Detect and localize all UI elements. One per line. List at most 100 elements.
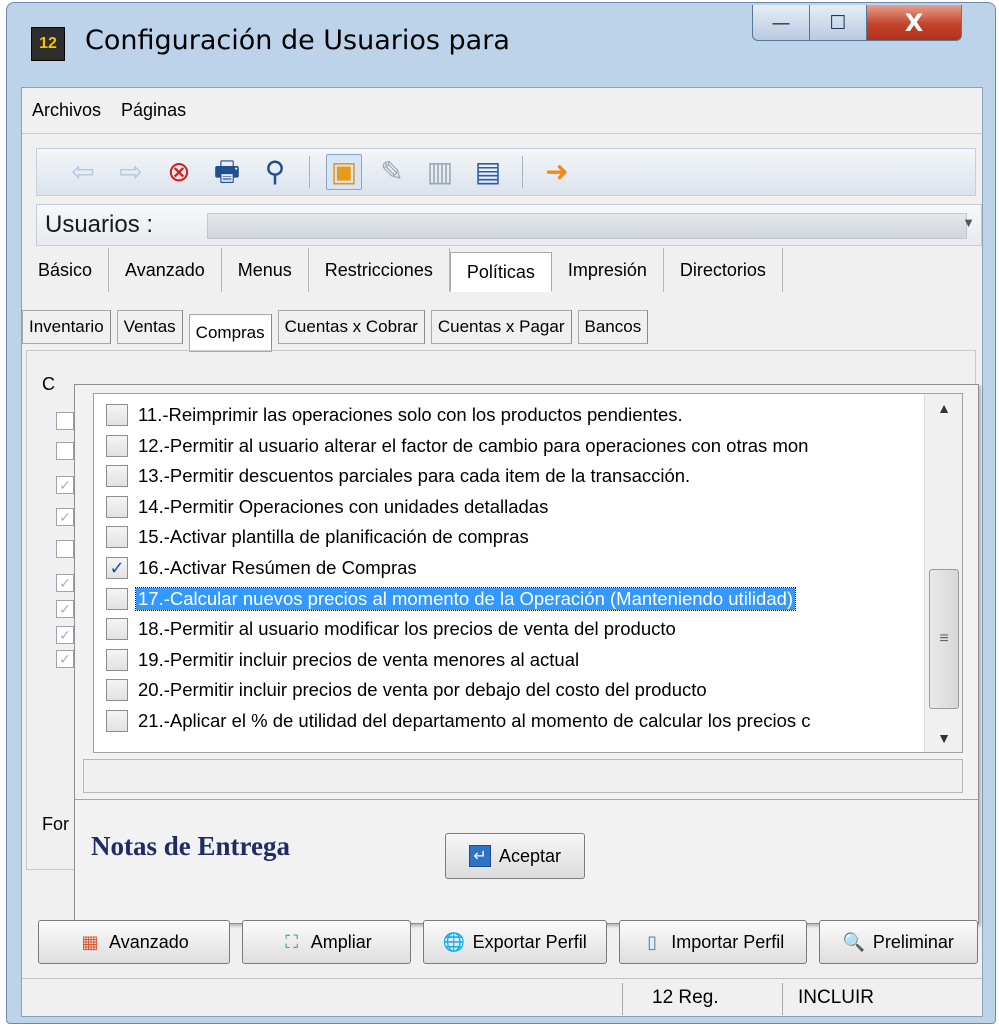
background-checkbox <box>56 442 74 460</box>
delete-icon[interactable]: ▥ <box>422 154 458 190</box>
dialog-divider <box>75 799 978 800</box>
status-separator <box>622 983 623 1015</box>
search-icon[interactable]: ⚲ <box>257 154 293 190</box>
background-label-fragment: C <box>42 374 55 394</box>
policy-checkbox[interactable] <box>106 648 128 671</box>
policies-dialog: ▲ ≡ ▼ 11.-Reimprimir las operaciones sol… <box>74 384 979 924</box>
title-bar[interactable]: 12 Configuración de Usuarios para — ☐ X <box>7 3 995 87</box>
tab-ventas[interactable]: Ventas <box>116 310 183 344</box>
importar-perfil-button-label: Importar Perfil <box>671 931 785 952</box>
tab-cuentas-x-cobrar[interactable]: Cuentas x Cobrar <box>277 310 425 344</box>
document-icon: ▯ <box>647 931 658 952</box>
policy-item[interactable]: 18.-Permitir al usuario modificar los pr… <box>94 614 924 644</box>
tab-inventario[interactable]: Inventario <box>22 310 111 344</box>
policy-label: 21.-Aplicar el % de utilidad del departa… <box>138 710 811 731</box>
policy-item[interactable]: 14.-Permitir Operaciones con unidades de… <box>94 492 924 522</box>
background-checkbox: ✓ <box>56 574 74 592</box>
tab-bancos[interactable]: Bancos <box>577 310 649 344</box>
policy-label: 13.-Permitir descuentos parciales para c… <box>138 465 691 487</box>
avanzado-button-label: Avanzado <box>109 931 189 952</box>
menu-bar: Archivos Páginas <box>22 88 982 134</box>
policy-label: 20.-Permitir incluir precios de venta po… <box>138 679 707 701</box>
policy-checkbox[interactable] <box>106 618 128 641</box>
tab-menus[interactable]: Menus <box>222 248 309 292</box>
policy-item[interactable]: 21.-Aplicar el % de utilidad del departa… <box>94 706 924 736</box>
scroll-down-icon[interactable]: ▼ <box>925 730 962 746</box>
mode-indicator: INCLUIR <box>798 987 875 1008</box>
importar-perfil-button[interactable]: ▯ Importar Perfil <box>618 920 807 964</box>
background-checkbox: ✓ <box>56 508 74 526</box>
ampliar-button[interactable]: ⛶ Ampliar <box>241 920 411 964</box>
expand-icon: ⛶ <box>285 931 298 952</box>
policy-checkbox[interactable] <box>106 495 128 518</box>
forward-arrow-icon[interactable]: ⇨ <box>113 154 149 190</box>
user-combo[interactable] <box>207 213 967 239</box>
exportar-perfil-button[interactable]: 🌐 Exportar Perfil <box>422 920 607 964</box>
bottom-button-bar: ▦ Avanzado ⛶ Ampliar 🌐 Exportar Perfil ▯… <box>38 920 979 964</box>
background-checkbox: ✓ <box>56 600 74 618</box>
policy-checkbox[interactable] <box>106 434 128 457</box>
exportar-perfil-button-label: Exportar Perfil <box>472 931 587 952</box>
exit-icon[interactable]: ➜ <box>539 154 575 190</box>
preliminar-button[interactable]: 🔍 Preliminar <box>818 920 979 964</box>
save-icon[interactable]: ▤ <box>470 154 506 190</box>
user-selector-bar: Usuarios : ▼ <box>36 204 982 246</box>
minimize-icon: — <box>771 11 791 34</box>
chevron-down-icon[interactable]: ▼ <box>962 215 975 230</box>
minimize-button[interactable]: — <box>752 5 810 41</box>
close-button[interactable]: X <box>866 5 962 41</box>
ampliar-button-label: Ampliar <box>310 931 372 952</box>
enter-icon: ↵ <box>468 845 491 867</box>
policy-checkbox[interactable]: ✓ <box>106 557 128 579</box>
globe-icon: 🌐 <box>442 931 465 952</box>
magnifier-icon: 🔍 <box>842 931 866 952</box>
policy-checkbox[interactable] <box>106 710 128 732</box>
policy-label: 17.-Calcular nuevos precios al momento d… <box>134 586 797 611</box>
menu-archivos[interactable]: Archivos <box>32 100 101 121</box>
accept-button-label: Aceptar <box>498 845 562 866</box>
policy-item[interactable]: 17.-Calcular nuevos precios al momento d… <box>94 584 924 614</box>
tab-directorios[interactable]: Directorios <box>664 248 783 292</box>
maximize-button[interactable]: ☐ <box>809 5 867 41</box>
accept-button[interactable]: ↵ Aceptar <box>445 833 585 879</box>
app-window: 12 Configuración de Usuarios para — ☐ X … <box>6 2 996 1024</box>
new-document-icon[interactable]: ▣ <box>326 154 362 190</box>
print-icon[interactable]: 🖶 <box>209 154 245 190</box>
tab-compras[interactable]: Compras <box>188 314 272 352</box>
tab-avanzado[interactable]: Avanzado <box>109 248 222 292</box>
scrollbar-thumb[interactable]: ≡ <box>929 569 959 709</box>
secondary-tabs: Inventario Ventas Compras Cuentas x Cobr… <box>22 310 649 352</box>
tab-cuentas-x-pagar[interactable]: Cuentas x Pagar <box>430 310 572 344</box>
policy-checkbox[interactable] <box>106 465 128 488</box>
tab-restricciones[interactable]: Restricciones <box>309 248 450 292</box>
policy-item[interactable]: 13.-Permitir descuentos parciales para c… <box>94 461 924 491</box>
grid-icon: ▦ <box>81 931 99 952</box>
policy-label: 18.-Permitir al usuario modificar los pr… <box>138 618 676 640</box>
primary-tabs: Básico Avanzado Menus Restricciones Polí… <box>22 248 962 292</box>
policy-item[interactable]: 19.-Permitir incluir precios de venta me… <box>94 645 924 675</box>
policy-checkbox[interactable] <box>106 526 128 549</box>
policy-item[interactable]: 20.-Permitir incluir precios de venta po… <box>94 675 924 705</box>
back-arrow-icon[interactable]: ⇦ <box>65 154 101 190</box>
cancel-icon[interactable]: ⊗ <box>161 154 197 190</box>
policy-item[interactable]: 15.-Activar plantilla de planificación d… <box>94 522 924 552</box>
menu-paginas[interactable]: Páginas <box>121 100 186 121</box>
tab-basico[interactable]: Básico <box>22 248 110 292</box>
policy-item[interactable]: 11.-Reimprimir las operaciones solo con … <box>94 400 924 430</box>
policy-label: 14.-Permitir Operaciones con unidades de… <box>138 495 549 517</box>
policy-checkbox[interactable] <box>106 679 128 702</box>
scroll-up-icon[interactable]: ▲ <box>925 400 962 416</box>
edit-icon[interactable]: ✎ <box>374 154 410 190</box>
policy-label: 16.-Activar Resúmen de Compras <box>138 557 417 578</box>
maximize-icon: ☐ <box>829 11 847 34</box>
policy-checkbox[interactable] <box>106 404 128 426</box>
policy-item[interactable]: 12.-Permitir al usuario alterar el facto… <box>94 431 924 461</box>
tab-impresion[interactable]: Impresión <box>552 248 664 292</box>
policy-item[interactable]: ✓ 16.-Activar Resúmen de Compras <box>94 553 924 583</box>
tab-politicas[interactable]: Políticas <box>449 252 552 292</box>
policy-checklist[interactable]: ▲ ≡ ▼ 11.-Reimprimir las operaciones sol… <box>93 393 963 753</box>
policy-checkbox[interactable] <box>106 587 128 610</box>
list-scrollbar[interactable]: ▲ ≡ ▼ <box>924 394 962 752</box>
avanzado-button[interactable]: ▦ Avanzado <box>38 920 230 964</box>
background-checkbox: ✓ <box>56 650 74 668</box>
